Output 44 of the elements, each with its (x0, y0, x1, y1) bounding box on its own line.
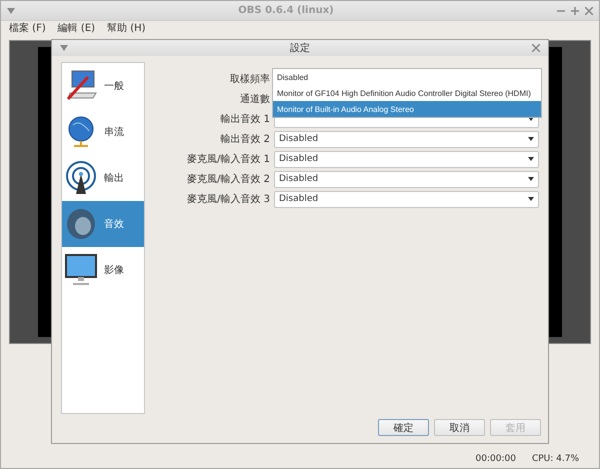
field-label: 麥克風/輸入音效 1 (186, 152, 270, 166)
close-icon[interactable] (585, 6, 593, 14)
sidebar-label: 串流 (104, 126, 124, 139)
menu-item[interactable]: 檔案 (F) (9, 20, 46, 34)
dropdown-arrow-icon (528, 157, 534, 161)
close-icon[interactable] (532, 44, 540, 52)
select-field[interactable]: Disabled (274, 190, 539, 208)
time-readout: 00:00:00 (476, 454, 516, 464)
window-title: OBS 0.6.4 (linux) (237, 5, 335, 16)
sidebar-item[interactable]: 串流 (62, 109, 144, 155)
dropdown-arrow-icon (528, 177, 534, 181)
dropdown-arrow-icon (528, 137, 534, 141)
field-label: 輸出音效 1 (219, 112, 270, 126)
field-label: 麥克風/輸入音效 3 (186, 192, 270, 206)
monitor-icon (64, 253, 98, 287)
maximize-icon[interactable] (571, 6, 579, 14)
dialog-button[interactable]: 取消 (434, 419, 485, 436)
dropdown-arrow-icon (528, 197, 534, 201)
sidebar-item[interactable]: 一般 (62, 63, 144, 109)
speaker-icon (64, 207, 98, 241)
sidebar-label: 輸出 (104, 172, 124, 185)
field-label: 輸出音效 2 (219, 132, 270, 146)
menu-item[interactable]: 編輯 (E) (58, 20, 96, 34)
dropdown-option[interactable]: Monitor of Built-in Audio Analog Stereo (273, 101, 541, 117)
sidebar-item[interactable]: 輸出 (62, 155, 144, 201)
dialog-button[interactable]: 確定 (378, 419, 429, 436)
dialog-title: 設定 (289, 42, 311, 55)
sidebar-label: 音效 (104, 218, 124, 231)
field-label: 通道數 (239, 92, 270, 106)
sidebar-label: 影像 (104, 264, 124, 277)
field-label: 麥克風/輸入音效 2 (186, 172, 270, 186)
sidebar-item[interactable]: 音效 (62, 201, 144, 247)
sidebar-item[interactable]: 影像 (62, 247, 144, 293)
sidebar-label: 一般 (104, 80, 124, 93)
window-menu-icon[interactable] (7, 8, 15, 14)
select-field[interactable]: Disabled (274, 150, 539, 168)
computer-screwdriver-icon (64, 69, 98, 103)
cpu-readout: CPU: 4.7% (532, 454, 579, 464)
select-field[interactable]: Disabled (274, 170, 539, 188)
field-label: 取樣頻率 (229, 72, 270, 86)
broadcast-antenna-icon (64, 161, 98, 195)
dialog-menu-icon[interactable] (60, 45, 68, 51)
menu-item[interactable]: 幫助 (H) (107, 20, 146, 34)
select-field[interactable]: Disabled (274, 130, 539, 148)
